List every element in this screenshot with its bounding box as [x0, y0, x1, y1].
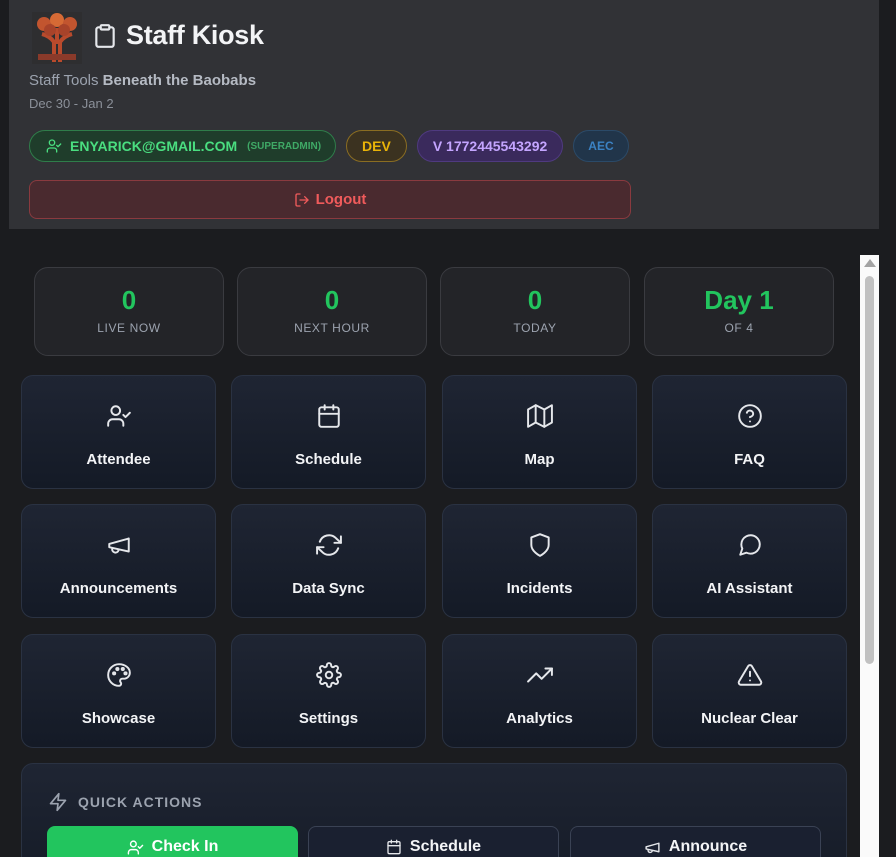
tile-label: Attendee [86, 451, 151, 468]
scroll-thumb[interactable] [865, 276, 874, 664]
message-circle-icon [739, 534, 761, 556]
scrollbar[interactable] [860, 255, 879, 857]
tile-label: Schedule [295, 451, 362, 468]
tile-announcements[interactable]: Announcements [21, 504, 216, 618]
tile-label: Showcase [81, 710, 156, 727]
megaphone-icon [108, 537, 130, 554]
subtitle-prefix: Staff Tools [29, 72, 99, 89]
help-circle-icon [738, 404, 762, 428]
tile-incidents[interactable]: Incidents [442, 504, 637, 618]
stat-value: 0 [527, 285, 543, 315]
stat-label: TODAY [513, 321, 557, 335]
user-check-icon [46, 139, 62, 153]
announce-label: Announce [668, 838, 748, 855]
user-role: (SUPERADMIN) [247, 140, 322, 152]
gear-icon [316, 662, 342, 688]
logout-icon [294, 192, 309, 207]
env-badge: DEV [346, 130, 407, 162]
tile-faq[interactable]: FAQ [652, 375, 847, 489]
calendar-icon [318, 404, 340, 428]
tile-map[interactable]: Map [442, 375, 637, 489]
quick-actions-panel: QUICK ACTIONS Check In Schedule Announce [21, 763, 847, 857]
stat-value: 0 [121, 285, 137, 315]
badge-row: ENYARICK@GMAIL.COM (SUPERADMIN) DEV V 17… [29, 130, 629, 162]
tile-settings[interactable]: Settings [231, 634, 426, 748]
tile-attendee[interactable]: Attendee [21, 375, 216, 489]
palette-icon [107, 663, 131, 687]
kiosk-header: Staff Kiosk Staff Tools Beneath the Baob… [9, 0, 879, 229]
tile-label: Incidents [506, 580, 573, 597]
logout-button[interactable]: Logout [29, 180, 631, 219]
map-icon [527, 404, 553, 428]
quick-schedule-label: Schedule [409, 838, 482, 855]
logout-label: Logout [315, 191, 367, 208]
announce-button[interactable]: Announce [570, 826, 821, 857]
event-name: Beneath the Baobabs [102, 72, 257, 89]
tile-ai-assistant[interactable]: AI Assistant [652, 504, 847, 618]
tile-schedule[interactable]: Schedule [231, 375, 426, 489]
tile-data-sync[interactable]: Data Sync [231, 504, 426, 618]
tile-label: Map [524, 451, 555, 468]
megaphone-icon [645, 842, 660, 853]
quick-actions-header: QUICK ACTIONS [48, 792, 202, 812]
tile-analytics[interactable]: Analytics [442, 634, 637, 748]
refresh-icon [316, 534, 342, 556]
baobab-logo [32, 12, 82, 64]
stat-day: Day 1 OF 4 [644, 267, 834, 356]
stat-value: Day 1 [704, 285, 774, 315]
quick-actions-title: QUICK ACTIONS [78, 794, 203, 810]
tile-label: Nuclear Clear [701, 710, 798, 727]
trending-up-icon [527, 667, 553, 683]
calendar-icon [387, 839, 401, 855]
scroll-up-arrow[interactable] [864, 259, 876, 267]
stat-today: 0 TODAY [440, 267, 630, 356]
tile-label: Analytics [506, 710, 573, 727]
clipboard-icon [95, 23, 115, 48]
tile-label: AI Assistant [706, 580, 793, 597]
user-check-icon [107, 405, 131, 427]
stat-next-hour: 0 NEXT HOUR [237, 267, 427, 356]
tile-label: Settings [298, 710, 359, 727]
stat-label: NEXT HOUR [294, 321, 370, 335]
quick-schedule-button[interactable]: Schedule [308, 826, 559, 857]
alert-triangle-icon [737, 664, 763, 686]
event-dates: Dec 30 - Jan 2 [29, 96, 114, 111]
shield-icon [530, 533, 550, 557]
tile-label: FAQ [734, 451, 765, 468]
tile-showcase[interactable]: Showcase [21, 634, 216, 748]
org-badge: AEC [573, 130, 629, 162]
user-badge: ENYARICK@GMAIL.COM (SUPERADMIN) [29, 130, 337, 162]
stat-label: LIVE NOW [97, 321, 161, 335]
stat-label: OF 4 [724, 321, 754, 335]
user-email: ENYARICK@GMAIL.COM [70, 138, 238, 154]
user-check-icon [127, 839, 143, 855]
tile-label: Data Sync [292, 580, 365, 597]
stat-live-now: 0 LIVE NOW [34, 267, 224, 356]
tile-nuclear-clear[interactable]: Nuclear Clear [652, 634, 847, 748]
stat-value: 0 [324, 285, 340, 315]
version-badge: V 1772445543292 [416, 130, 564, 162]
page-title: Staff Kiosk [126, 20, 264, 50]
tile-label: Announcements [59, 580, 178, 597]
check-in-label: Check In [151, 838, 219, 855]
zap-icon [49, 792, 67, 812]
check-in-button[interactable]: Check In [47, 826, 298, 857]
event-subtitle: Staff Tools Beneath the Baobabs [29, 72, 256, 89]
